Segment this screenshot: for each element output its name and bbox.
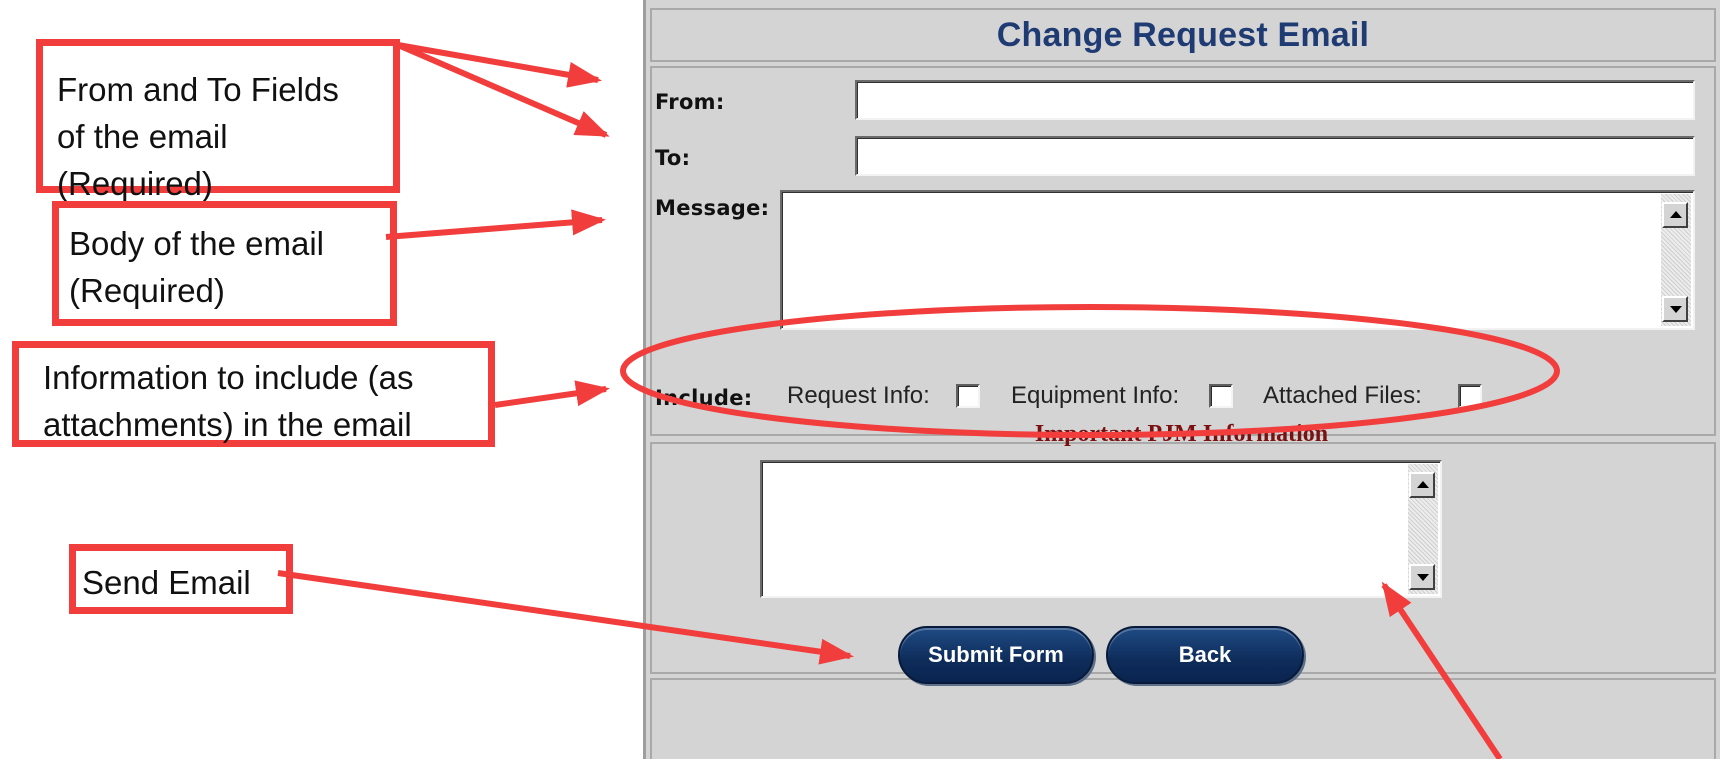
info-scroll-up-button[interactable] [1409, 472, 1435, 498]
back-button[interactable]: Back [1106, 626, 1304, 684]
from-arrow [397, 42, 602, 88]
callout-line: Send Email [82, 564, 251, 601]
message-scrollbar[interactable] [1661, 194, 1691, 326]
from-field[interactable] [855, 80, 1695, 120]
send-email-callout: Send Email [69, 544, 293, 614]
info-scroll-down-button[interactable] [1409, 564, 1435, 590]
button-bar [650, 678, 1716, 759]
info-scrollbar[interactable] [1408, 464, 1438, 594]
title-bar: Change Request Email [650, 8, 1716, 62]
message-scroll-down-button[interactable] [1662, 296, 1688, 322]
callout-line: Body of the email [69, 225, 324, 262]
attached-files-checkbox[interactable] [1458, 384, 1482, 408]
important-info-heading: Important PJM Information [1034, 421, 1329, 447]
equipment-info-checkbox[interactable] [1209, 384, 1233, 408]
equipment-info-label: Equipment Info: [1011, 382, 1180, 409]
message-textarea[interactable] [780, 190, 1695, 330]
scroll-up-arrow-icon [1670, 211, 1682, 218]
from-to-callout: From and To Fields of the email (Require… [36, 39, 400, 202]
body-callout: Body of the email (Required) [52, 201, 397, 326]
message-scroll-up-button[interactable] [1662, 202, 1688, 228]
scroll-up-arrow-icon [1417, 481, 1429, 488]
request-info-checkbox[interactable] [956, 384, 980, 408]
callout-line: From and To Fields [57, 71, 339, 108]
page-title: Change Request Email [996, 15, 1370, 54]
include-arrow [494, 380, 610, 408]
callout-line: of the email [57, 118, 228, 155]
include-label: Include: [655, 386, 753, 410]
callout-line: (Required) [69, 272, 225, 309]
important-info-textarea[interactable] [760, 460, 1442, 598]
callout-line: (Required) [57, 165, 213, 202]
callout-line: Information to include (as [43, 359, 414, 396]
callout-line: attachments) in the email [43, 406, 412, 443]
message-label: Message: [655, 196, 770, 220]
submit-form-button[interactable]: Submit Form [898, 626, 1094, 684]
from-label: From: [655, 90, 725, 114]
to-label: To: [655, 146, 691, 170]
message-arrow [385, 209, 606, 240]
request-info-label: Request Info: [787, 382, 930, 409]
attached-files-label: Attached Files: [1263, 382, 1422, 409]
to-field[interactable] [855, 136, 1695, 176]
scroll-down-arrow-icon [1417, 574, 1429, 581]
to-arrow [396, 42, 610, 138]
include-callout: Information to include (as attachments) … [12, 341, 495, 447]
scroll-down-arrow-icon [1670, 306, 1682, 313]
